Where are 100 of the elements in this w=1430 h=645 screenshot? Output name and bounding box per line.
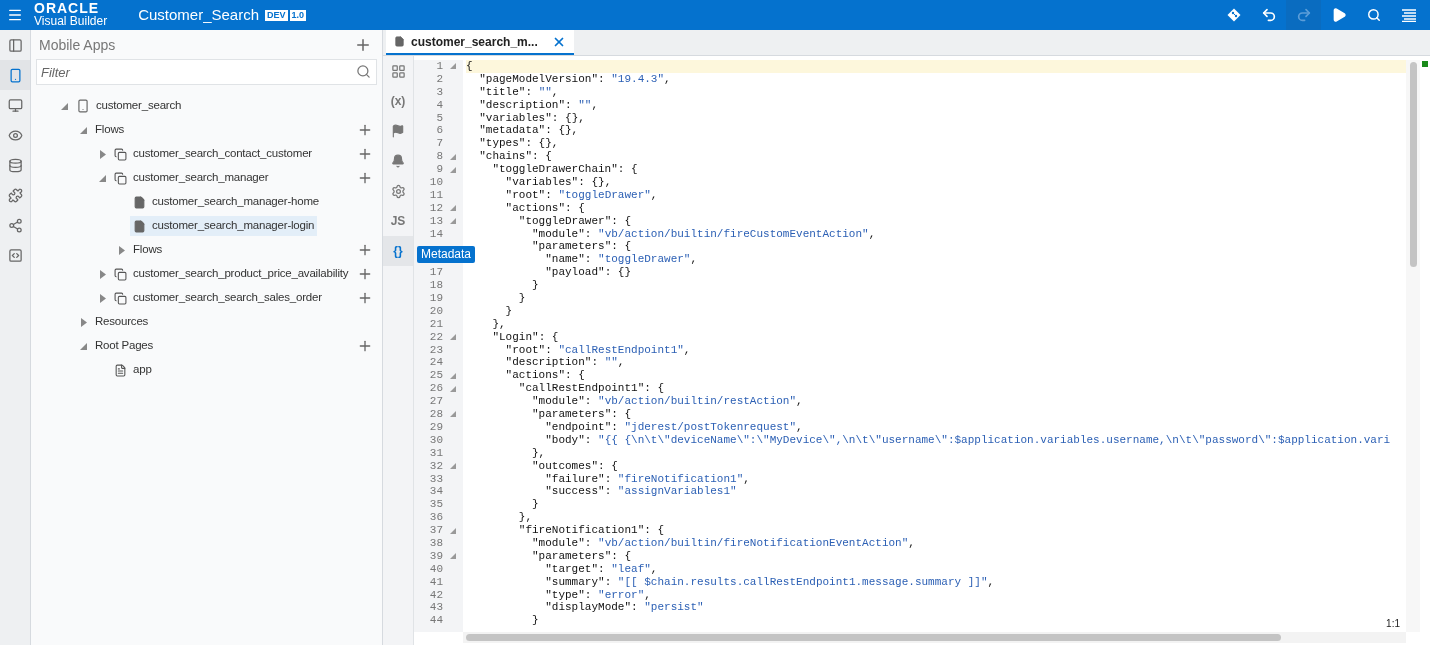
- line-number: 13: [429, 214, 443, 227]
- fold-triangle-icon[interactable]: [450, 553, 456, 560]
- tree-item[interactable]: customer_search_product_price_availability: [111, 264, 352, 284]
- code-line: "actions": {: [504, 369, 585, 383]
- fold-triangle-icon[interactable]: [450, 166, 456, 173]
- line-number: 42: [429, 588, 443, 601]
- status-marker: [1422, 61, 1428, 67]
- code-line: "body": "{{ {\n\t\"deviceName\":\"MyDevice\",\n\t\"username\":$application.variables.username,\n\t\"password\":$application.vari: [544, 433, 1391, 447]
- tree-item-label: customer_search_contact_customer: [133, 146, 312, 162]
- version-badge: 1.0: [289, 9, 307, 21]
- tree-item-label: customer_search_search_sales_order: [133, 290, 322, 306]
- line-number: 19: [429, 292, 443, 305]
- tree-item[interactable]: customer_search_manager-home: [130, 192, 322, 212]
- file-icon: [133, 219, 146, 233]
- fold-triangle-icon[interactable]: [450, 153, 456, 160]
- tree-item[interactable]: customer_search_manager-login: [130, 216, 318, 236]
- add-icon[interactable]: [357, 338, 373, 354]
- stacked-pages-icon: [114, 147, 127, 161]
- add-icon[interactable]: [357, 122, 373, 138]
- code-line: "outcomes": {: [531, 459, 618, 473]
- expand-triangle-icon[interactable]: [99, 149, 107, 159]
- add-icon[interactable]: [357, 290, 373, 306]
- collapse-triangle-icon[interactable]: [80, 125, 88, 135]
- fold-triangle-icon[interactable]: [450, 218, 456, 225]
- add-icon[interactable]: [357, 146, 373, 162]
- code-line: "summary": "[[ $chain.results.callRestEndpoint1.message.summary ]]",: [544, 575, 995, 589]
- search-icon: [356, 64, 371, 79]
- line-number: 40: [429, 562, 443, 575]
- collapse-triangle-icon[interactable]: [80, 341, 88, 351]
- code-line: }: [531, 279, 539, 293]
- add-icon[interactable]: [354, 36, 372, 54]
- tree-item[interactable]: customer_search_search_sales_order: [111, 288, 325, 308]
- tool-button[interactable]: (x): [383, 86, 413, 116]
- collapse-triangle-icon[interactable]: [61, 101, 69, 111]
- add-icon[interactable]: [357, 170, 373, 186]
- logo-subtitle: Visual Builder: [34, 15, 108, 28]
- collapse-triangle-icon[interactable]: [99, 173, 107, 183]
- expand-triangle-icon[interactable]: [118, 245, 126, 255]
- expand-triangle-icon[interactable]: [99, 293, 107, 303]
- logo-wordmark: ORACLE: [34, 2, 101, 15]
- fold-triangle-icon[interactable]: [450, 63, 456, 70]
- file-icon: [114, 363, 127, 377]
- fold-triangle-icon[interactable]: [450, 372, 456, 379]
- code-line: "root": "callRestEndpoint1",: [504, 343, 691, 357]
- code-line: "pageModelVersion": "19.4.3",: [478, 72, 671, 86]
- expand-triangle-icon[interactable]: [80, 317, 88, 327]
- code-line: },: [491, 317, 506, 331]
- fold-triangle-icon[interactable]: [450, 463, 456, 470]
- code-line: "variables": {},: [478, 111, 585, 125]
- code-line: "target": "leaf",: [544, 562, 658, 576]
- tree-item[interactable]: customer_search_manager: [111, 168, 272, 188]
- code-line: {: [466, 60, 473, 73]
- code-line: "chains": {: [478, 150, 552, 164]
- phone-icon: [7, 67, 23, 83]
- undo-icon: [1260, 7, 1277, 23]
- bell-icon: [391, 154, 405, 168]
- add-icon[interactable]: [357, 266, 373, 282]
- tool-button[interactable]: JS: [383, 206, 413, 236]
- tree-item-label: customer_search_product_price_availability: [133, 266, 349, 282]
- line-number: 14: [429, 227, 443, 240]
- cursor-position: 1:1: [1386, 617, 1400, 631]
- code-line: "failure": "fireNotification1",: [544, 472, 750, 486]
- tooltip: Metadata: [417, 246, 476, 263]
- code-line: "module": "vb/action/builtin/restAction",: [531, 395, 803, 409]
- line-number: 37: [429, 524, 443, 537]
- code-line: "parameters": {: [531, 408, 632, 421]
- fold-triangle-icon[interactable]: [450, 411, 456, 418]
- fold-triangle-icon[interactable]: [450, 334, 456, 341]
- activity-button[interactable]: [0, 60, 30, 90]
- expand-triangle-icon[interactable]: [99, 269, 107, 279]
- line-number: 30: [429, 433, 443, 446]
- code-line: "description": "",: [504, 356, 625, 370]
- line-number: 27: [429, 395, 443, 408]
- tree-item[interactable]: customer_search: [73, 96, 185, 116]
- search-icon: [1366, 8, 1381, 22]
- code-line: "parameters": {: [531, 240, 632, 254]
- code-line: }: [504, 304, 513, 318]
- line-number: 8: [436, 150, 443, 163]
- stacked-pages-icon: [114, 171, 127, 185]
- line-number: 31: [429, 446, 443, 459]
- settings-icon: [390, 183, 406, 199]
- editor-tab[interactable]: customer_search_m...: [386, 30, 574, 55]
- fold-triangle-icon[interactable]: [450, 385, 456, 392]
- line-number: 32: [429, 459, 443, 472]
- tree-item[interactable]: app: [111, 360, 155, 380]
- add-icon[interactable]: [357, 242, 373, 258]
- fold-triangle-icon[interactable]: [450, 205, 456, 212]
- filter-field[interactable]: Filter: [36, 59, 377, 85]
- code-line: "Login": {: [491, 330, 559, 344]
- code-line: "endpoint": "jderest/postTokenrequest",: [544, 420, 803, 434]
- code-line: "callRestEndpoint1": {: [517, 382, 665, 396]
- file-icon: [133, 195, 146, 209]
- line-number: 17: [429, 266, 443, 279]
- fold-triangle-icon[interactable]: [450, 527, 456, 534]
- eye-icon: [7, 127, 23, 143]
- tool-button[interactable]: {}: [383, 236, 413, 266]
- line-number: 7: [436, 137, 443, 150]
- tree-item[interactable]: customer_search_contact_customer: [111, 144, 315, 164]
- code-line: "description": "",: [478, 98, 599, 112]
- code-line: "types": {},: [478, 137, 559, 151]
